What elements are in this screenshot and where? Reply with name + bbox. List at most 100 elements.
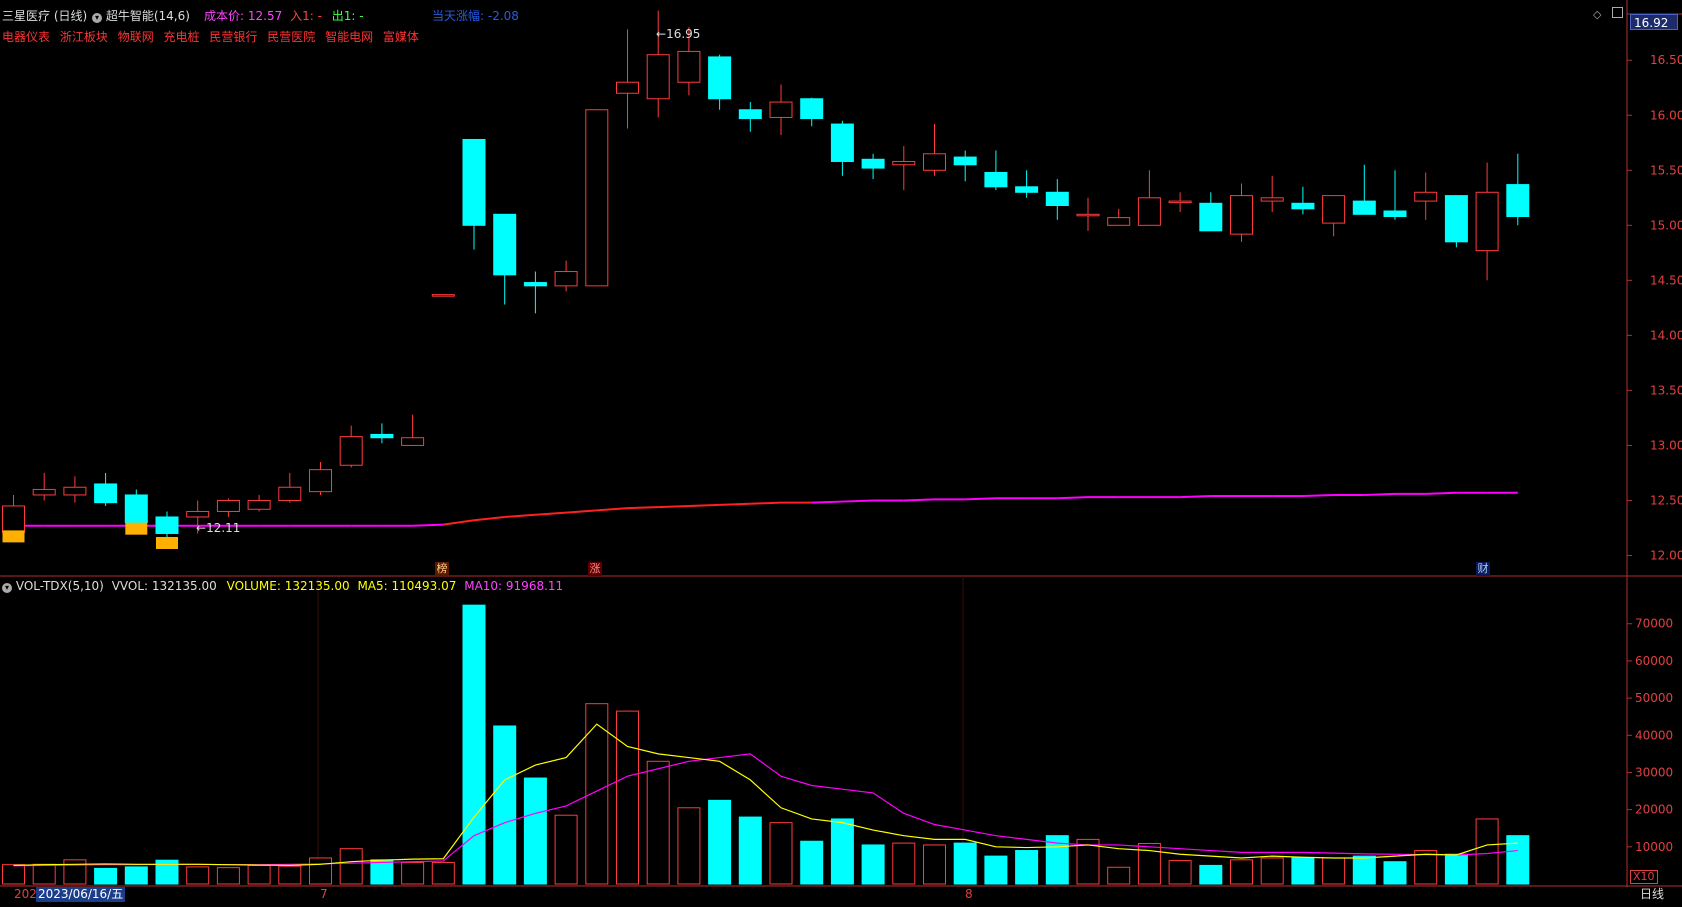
candle-body [1260, 197, 1284, 202]
marker-bang[interactable]: 榜 [435, 562, 449, 576]
sector-tag[interactable]: 富媒体 [383, 30, 419, 44]
diamond-icon[interactable]: ◇ [1593, 8, 1601, 21]
volume-unit: X10 [1630, 870, 1658, 884]
cursor-date: 2023/06/16/五 [36, 887, 126, 902]
volume-bar [1291, 857, 1315, 885]
cost-line-segment [719, 502, 751, 506]
price-tick-label: 15.50 [1650, 163, 1682, 177]
candle-body [1475, 191, 1499, 252]
candle-body [861, 158, 885, 169]
candle-body [63, 486, 87, 496]
volume-bar [708, 799, 732, 885]
bottom-bar [0, 887, 1682, 903]
volume-bar [186, 866, 210, 885]
ma5-value: MA5: 110493.07 [357, 579, 457, 593]
cost-line-segment [1302, 493, 1334, 498]
sector-tag[interactable]: 智能电网 [325, 30, 373, 44]
vvol-value: VVOL: 132135.00 [111, 579, 217, 593]
candle-body [1107, 217, 1131, 226]
volume-bar [892, 842, 916, 885]
volume-bar [32, 863, 56, 885]
candle-body [1322, 195, 1346, 224]
volume-bar [1352, 855, 1376, 885]
volume-bar [523, 777, 547, 885]
candle-body [1414, 191, 1438, 202]
sector-tag[interactable]: 物联网 [118, 30, 154, 44]
sector-tag[interactable]: 充电桩 [164, 30, 200, 44]
candle-body [892, 160, 916, 166]
cost-line-segment [842, 499, 874, 503]
candle-body [708, 56, 732, 100]
today-change: 当天涨幅: -2.08 [432, 7, 519, 24]
volume-value: VOLUME: 132135.00 [226, 579, 350, 593]
volume-bar [861, 844, 885, 885]
volume-title: VOL-TDX(5,10) [15, 579, 104, 593]
sector-tag[interactable]: 民营银行 [209, 30, 257, 44]
maximize-icon[interactable] [1612, 7, 1623, 18]
volume-bar [830, 818, 854, 885]
volume-bar [339, 848, 363, 885]
volume-bar [953, 842, 977, 885]
candle-body [1045, 191, 1069, 207]
candle-body [124, 494, 148, 523]
indicator-title[interactable]: ▾ 超牛智能(14,6) [92, 7, 190, 24]
signal-marker [2, 530, 25, 543]
volume-tick-label: 40000 [1635, 728, 1673, 742]
volume-bar [800, 840, 824, 885]
candle-body [646, 54, 670, 100]
volume-bar [401, 861, 425, 885]
in-value: - [317, 9, 322, 23]
today-label: 当天涨幅: [432, 9, 485, 23]
cost-line-segment [504, 513, 536, 518]
cost-line-segment [412, 523, 444, 527]
candle-body [1352, 200, 1376, 215]
price-tick-label: 14.50 [1650, 273, 1682, 287]
period-tab[interactable]: 日线 [1640, 887, 1664, 902]
cost-line-segment [965, 497, 996, 501]
cost-line-segment [688, 503, 720, 507]
candle-body [309, 469, 332, 493]
candle-body [923, 153, 946, 171]
volume-bar [309, 857, 332, 885]
volume-bar [1015, 850, 1039, 885]
cost-label: 成本价: [204, 9, 245, 23]
cost-line-segment [596, 507, 628, 512]
chevron-down-icon[interactable]: ▾ [2, 583, 12, 593]
candle-body [585, 109, 609, 287]
volume-bar [278, 865, 302, 885]
candle-body [247, 499, 271, 510]
volume-bar [1475, 818, 1499, 885]
candle-body [1506, 184, 1530, 218]
ma5-line [13, 723, 1518, 867]
candle-body [370, 433, 394, 439]
candle-body [462, 138, 486, 226]
sector-tag[interactable]: 电器仪表 [2, 30, 50, 44]
cost-line-segment [903, 498, 935, 502]
volume-bar [1444, 853, 1468, 885]
candle-body [738, 109, 762, 120]
cost-line-segment [750, 501, 782, 505]
cost-value: 12.57 [247, 9, 283, 23]
candle-body [1230, 195, 1253, 235]
volume-tick-label: 10000 [1635, 840, 1673, 854]
volume-bar [554, 814, 578, 885]
cost-line-segment [473, 515, 505, 522]
chevron-down-icon[interactable]: ▾ [92, 13, 102, 23]
high-value: 16.95 [666, 27, 701, 41]
cost-line-segment [566, 509, 597, 514]
candle-body [1199, 202, 1223, 232]
candle-body [1444, 195, 1468, 243]
candle-body [2, 505, 25, 533]
candle-body [677, 50, 701, 83]
marker-cai[interactable]: 财 [1476, 562, 1490, 576]
volume-tick-label: 70000 [1635, 617, 1673, 631]
cost-info: 成本价: 12.57 入1: - 出1: - [204, 7, 364, 24]
candle-body [186, 510, 210, 518]
candle-body [523, 282, 547, 287]
sector-tag[interactable]: 浙江板块 [60, 30, 108, 44]
price-badge: 16.92 [1630, 14, 1678, 30]
marker-zhang[interactable]: 涨 [588, 562, 602, 576]
volume-bar [431, 861, 455, 885]
sector-tag[interactable]: 民营医院 [267, 30, 315, 44]
out-label: 出1: [331, 9, 356, 23]
